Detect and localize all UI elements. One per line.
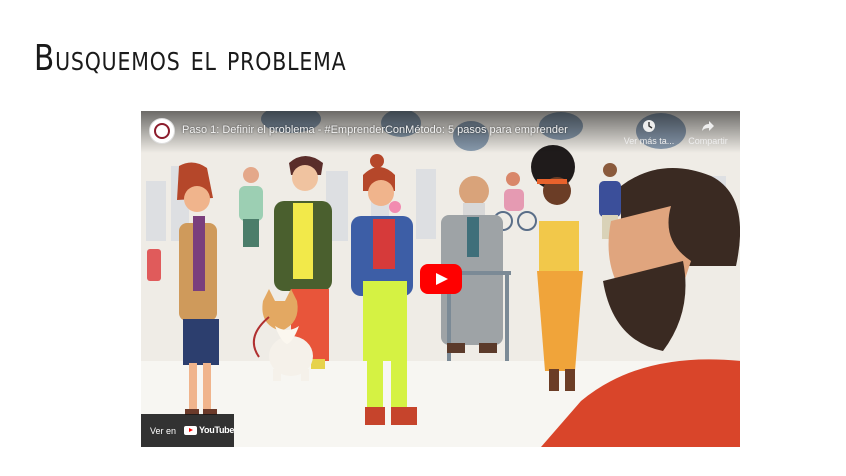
slide-title: Busquemos el problema — [34, 38, 347, 79]
youtube-logo-icon — [184, 426, 197, 435]
share-label: Compartir — [688, 136, 728, 146]
youtube-brand-label: YouTube — [199, 425, 235, 435]
watch-on-label: Ver en — [150, 426, 177, 436]
watch-on-youtube-button[interactable]: Ver en YouTube — [141, 414, 234, 447]
video-embed[interactable]: Paso 1: Definir el problema - #Emprender… — [141, 111, 740, 447]
share-icon — [702, 121, 714, 131]
share-button[interactable]: Compartir — [678, 119, 738, 146]
clock-icon — [643, 120, 655, 132]
play-button[interactable] — [420, 264, 462, 294]
watch-later-button[interactable]: Ver más ta... — [619, 119, 679, 146]
watch-later-label: Ver más ta... — [623, 136, 675, 146]
channel-avatar[interactable] — [149, 118, 175, 144]
video-title[interactable]: Paso 1: Definir el problema - #Emprender… — [182, 124, 568, 136]
